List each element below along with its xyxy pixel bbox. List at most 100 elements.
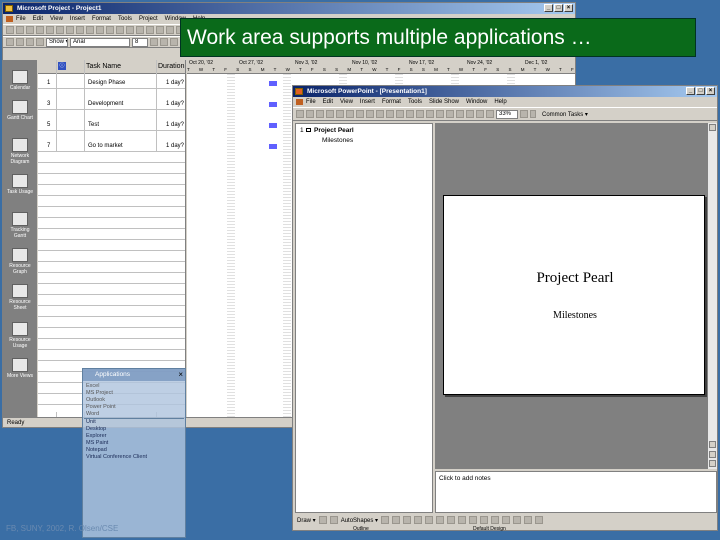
menu-format[interactable]: Format — [92, 14, 111, 24]
oval-icon[interactable] — [414, 516, 423, 524]
print-icon[interactable] — [36, 26, 44, 34]
print-icon[interactable] — [336, 110, 344, 118]
free-rotate-icon[interactable] — [329, 516, 338, 524]
app-item-outlook[interactable]: Outlook — [84, 397, 184, 404]
assign-icon[interactable] — [156, 26, 164, 34]
tables-icon[interactable] — [426, 110, 434, 118]
view-resource-usage[interactable]: Resource Usage — [6, 322, 34, 349]
app-item-virtual-conference-client[interactable]: Virtual Conference Client — [84, 454, 184, 461]
menu-format[interactable]: Format — [382, 97, 401, 107]
unlink-icon[interactable] — [116, 26, 124, 34]
hide-sub-icon[interactable] — [36, 38, 44, 46]
ppt-title-bar[interactable]: Microsoft PowerPoint - [Presentation1] _… — [293, 86, 717, 97]
format-painter-icon[interactable] — [386, 110, 394, 118]
spell-icon[interactable] — [56, 26, 64, 34]
italic-icon[interactable] — [160, 38, 168, 46]
gantt-bar[interactable] — [269, 81, 277, 86]
minimize-button[interactable]: _ — [686, 87, 695, 95]
view-resource-graph[interactable]: Resource Graph — [6, 248, 34, 275]
app-item-unit[interactable]: Unit — [84, 418, 184, 426]
menu-file[interactable]: File — [16, 14, 26, 24]
line-icon[interactable] — [381, 516, 390, 524]
copy-icon[interactable] — [366, 110, 374, 118]
minimize-button[interactable]: _ — [544, 4, 553, 12]
view-gantt[interactable]: Gantt Chart — [6, 100, 34, 121]
close-button[interactable]: × — [564, 4, 573, 12]
slide-subtitle[interactable]: Milestones — [444, 310, 706, 321]
clipart-icon[interactable] — [447, 516, 456, 524]
gantt-bar[interactable] — [269, 123, 277, 128]
rectangle-icon[interactable] — [403, 516, 412, 524]
gantt-bar[interactable] — [269, 144, 277, 149]
app-item-notepad[interactable]: Notepad — [84, 447, 184, 454]
line-color-icon[interactable] — [469, 516, 478, 524]
menu-edit[interactable]: Edit — [323, 97, 333, 107]
draw-menu[interactable]: Draw ▾ — [297, 517, 316, 524]
notes-icon[interactable] — [146, 26, 154, 34]
outline-bullet[interactable]: Milestones — [322, 137, 353, 144]
outline-slide-title[interactable]: Project Pearl — [314, 127, 354, 134]
dash-style-icon[interactable] — [502, 516, 511, 524]
cut-icon[interactable] — [66, 26, 74, 34]
email-icon[interactable] — [326, 110, 334, 118]
open-icon[interactable] — [16, 26, 24, 34]
shadow-icon[interactable] — [524, 516, 533, 524]
menu-tools[interactable]: Tools — [408, 97, 422, 107]
zoom-in-icon[interactable] — [166, 26, 174, 34]
menu-project[interactable]: Project — [139, 14, 158, 24]
notes-pane[interactable]: Click to add notes — [435, 471, 717, 513]
arrow-icon[interactable] — [392, 516, 401, 524]
menu-view[interactable]: View — [50, 14, 63, 24]
task-row[interactable]: 5 Test 1 day? — [38, 120, 185, 131]
hyperlink-icon[interactable] — [416, 110, 424, 118]
applications-title-bar[interactable]: Applications × — [83, 369, 185, 381]
outdent-icon[interactable] — [6, 38, 14, 46]
view-task-usage[interactable]: Task Usage — [6, 174, 34, 195]
font-color-icon[interactable] — [480, 516, 489, 524]
show-dropdown[interactable]: Show ▾ — [46, 37, 68, 47]
save-icon[interactable] — [316, 110, 324, 118]
menu-slide-show[interactable]: Slide Show — [429, 97, 459, 107]
save-icon[interactable] — [26, 26, 34, 34]
show-sub-icon[interactable] — [26, 38, 34, 46]
app-item-excel[interactable]: Excel — [84, 383, 184, 390]
grayscale-icon[interactable] — [486, 110, 494, 118]
scroll-down-icon[interactable] — [709, 441, 716, 448]
new-slide-icon[interactable] — [456, 110, 464, 118]
task-row[interactable]: 1 Design Phase 1 day? — [38, 78, 185, 89]
duration-column-header[interactable]: Duration — [158, 63, 184, 70]
maximize-button[interactable]: □ — [554, 4, 563, 12]
spell-icon[interactable] — [346, 110, 354, 118]
menu-tools[interactable]: Tools — [118, 14, 132, 24]
common-tasks-button[interactable]: Common Tasks ▾ — [542, 111, 588, 118]
task-row[interactable]: 7 Go to market 1 day? — [38, 141, 185, 152]
new-icon[interactable] — [296, 110, 304, 118]
font-dropdown[interactable]: Arial — [70, 37, 130, 47]
indicators-column-header[interactable]: ⓘ — [58, 62, 66, 70]
vertical-scrollbar[interactable] — [707, 123, 717, 469]
menu-window[interactable]: Window — [466, 97, 487, 107]
more-buttons-icon[interactable] — [530, 110, 536, 118]
outline-pane[interactable]: 1 Project Pearl Milestones — [295, 123, 433, 513]
show-formatting-icon[interactable] — [476, 110, 484, 118]
view-network[interactable]: Network Diagram — [6, 138, 34, 165]
app-item-explorer[interactable]: Explorer — [84, 433, 184, 440]
app-item-word[interactable]: Word — [84, 411, 184, 418]
slide[interactable]: Project Pearl Milestones — [443, 195, 705, 395]
next-slide-icon[interactable] — [709, 460, 716, 467]
zoom-dropdown[interactable]: 33% — [496, 109, 518, 119]
view-more[interactable]: More Views — [6, 358, 34, 379]
scroll-up-icon[interactable] — [709, 124, 716, 131]
insert-chart-icon[interactable] — [446, 110, 454, 118]
task-name-column-header[interactable]: Task Name — [86, 63, 121, 70]
close-button[interactable]: × — [706, 87, 715, 95]
autoshapes-menu[interactable]: AutoShapes ▾ — [341, 517, 378, 524]
menu-help[interactable]: Help — [494, 97, 506, 107]
insert-table-icon[interactable] — [436, 110, 444, 118]
app-item-power-point[interactable]: Power Point — [84, 404, 184, 411]
prev-slide-icon[interactable] — [709, 451, 716, 458]
redo-icon[interactable] — [406, 110, 414, 118]
menu-view[interactable]: View — [340, 97, 353, 107]
link-icon[interactable] — [106, 26, 114, 34]
fill-color-icon[interactable] — [458, 516, 467, 524]
